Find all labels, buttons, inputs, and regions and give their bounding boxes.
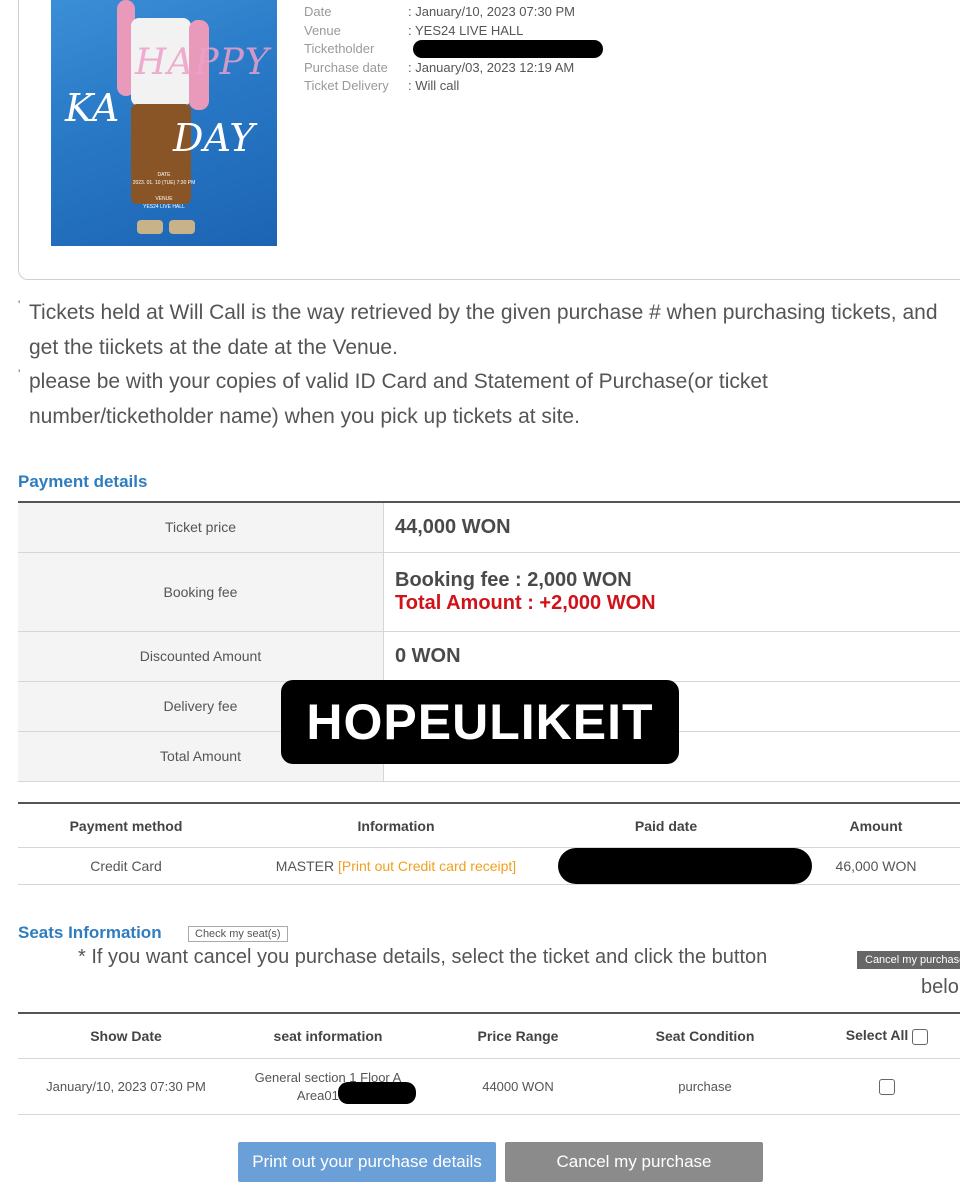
booking-fee-line: Booking fee : 2,000 WON	[395, 568, 632, 591]
table-row: Credit Card MASTER [Print out Credit car…	[18, 847, 960, 885]
event-poster: HAPPY KA DAY DATE 2023. 01. 10 (TUE) 7:3…	[51, 0, 277, 246]
delivery-value: : Will call	[408, 78, 460, 93]
purchase-date-label: Purchase date	[304, 59, 388, 75]
note-text: Tickets held at Will Call is the way ret…	[29, 301, 938, 359]
check-seats-button-wrap: Check my seat(s)	[188, 924, 288, 942]
table-row: Booking fee Booking fee : 2,000 WON Tota…	[18, 552, 960, 632]
column-header: seat information	[234, 1013, 422, 1059]
price-range-cell: 44000 WON	[422, 1058, 614, 1115]
payment-method-table: Payment method Information Paid date Amo…	[18, 802, 960, 885]
redaction-mark	[558, 848, 812, 884]
table-row: Ticket price 44,000 WON	[18, 502, 960, 553]
column-header: Paid date	[558, 803, 774, 848]
date-value: : January/10, 2023 07:30 PM	[408, 4, 575, 19]
poster-title-ka: KA	[65, 86, 120, 130]
print-receipt-link[interactable]: [Print out Credit card receipt]	[338, 858, 516, 874]
table-row: January/10, 2023 07:30 PM General sectio…	[18, 1058, 960, 1115]
row-select-checkbox[interactable]	[879, 1078, 895, 1095]
date-label: Date	[304, 4, 332, 19]
bullet-icon: '	[18, 367, 21, 381]
cancel-instruction-tail: belo	[921, 976, 959, 998]
cancel-inline-button[interactable]: Cancel my purchase	[857, 951, 960, 969]
note-item: ' please be with your copies of valid ID …	[18, 365, 938, 434]
venue-label: Venue	[304, 22, 341, 38]
ticketholder-label: Ticketholder	[304, 41, 375, 56]
ticket-price-label: Ticket price	[18, 502, 384, 553]
poster-venue-tag: VENUE	[155, 196, 173, 202]
cancel-instruction: * If you want cancel you purchase detail…	[78, 946, 768, 968]
show-date-cell: January/10, 2023 07:30 PM	[18, 1058, 234, 1115]
select-all-header: Select All	[796, 1013, 960, 1059]
table-row: Discounted Amount 0 WON	[18, 631, 960, 682]
poster-title-happy: HAPPY	[135, 42, 270, 83]
table-header-row: Show Date seat information Price Range S…	[18, 1013, 960, 1059]
booking-fee-value: Booking fee : 2,000 WON Total Amount : +…	[383, 552, 960, 632]
will-call-notes: ' Tickets held at Will Call is the way re…	[18, 296, 938, 434]
seats-table: Show Date seat information Price Range S…	[18, 1012, 960, 1115]
redaction-mark	[413, 40, 603, 58]
select-all-label: Select All	[845, 1027, 909, 1044]
check-seats-button[interactable]: Check my seat(s)	[188, 926, 288, 942]
select-all-checkbox[interactable]	[912, 1028, 929, 1045]
card-brand: MASTER	[275, 858, 335, 874]
note-item: ' Tickets held at Will Call is the way re…	[18, 296, 938, 365]
column-header: Payment method	[18, 803, 234, 848]
redaction-mark	[338, 1082, 416, 1104]
column-header: Price Range	[422, 1013, 614, 1059]
watermark-overlay: HOPEULIKEIT	[281, 680, 679, 764]
column-header: Amount	[774, 803, 960, 848]
payment-info-cell: MASTER [Print out Credit card receipt]	[234, 847, 558, 885]
payment-details-title: Payment details	[18, 472, 148, 491]
poster-date-tag: DATE	[157, 172, 171, 178]
poster-venue: YES24 LIVE HALL	[143, 204, 185, 210]
bullet-icon: '	[18, 298, 21, 312]
table-header-row: Payment method Information Paid date Amo…	[18, 803, 960, 848]
column-header: Seat Condition	[614, 1013, 796, 1059]
poster-figure-shoe	[169, 220, 195, 234]
discounted-amount-label: Discounted Amount	[18, 631, 384, 682]
purchase-date-value: : January/03, 2023 12:19 AM	[408, 59, 575, 75]
column-header: Information	[234, 803, 558, 848]
print-purchase-details-button[interactable]: Print out your purchase details	[238, 1142, 496, 1182]
cancel-purchase-button[interactable]: Cancel my purchase	[505, 1142, 763, 1182]
poster-title-day: DAY	[173, 116, 255, 160]
poster-figure-shoe	[137, 220, 163, 234]
note-text: please be with your copies of valid ID C…	[29, 370, 768, 428]
seat-condition-link[interactable]: purchase	[614, 1058, 796, 1115]
poster-date: 2023. 01. 10 (TUE) 7:30 PM	[132, 180, 196, 186]
discounted-amount-value: 0 WON	[383, 631, 960, 682]
seats-info-title: Seats Information	[18, 923, 162, 942]
delivery-label: Ticket Delivery	[304, 78, 389, 93]
select-cell	[796, 1058, 960, 1115]
booking-fee-total: Total Amount : +2,000 WON	[395, 591, 656, 614]
booking-fee-label: Booking fee	[18, 552, 384, 632]
venue-value: : YES24 LIVE HALL	[408, 22, 524, 38]
column-header: Show Date	[18, 1013, 234, 1059]
ticket-price-value: 44,000 WON	[383, 502, 960, 553]
payment-method-cell: Credit Card	[18, 847, 234, 885]
